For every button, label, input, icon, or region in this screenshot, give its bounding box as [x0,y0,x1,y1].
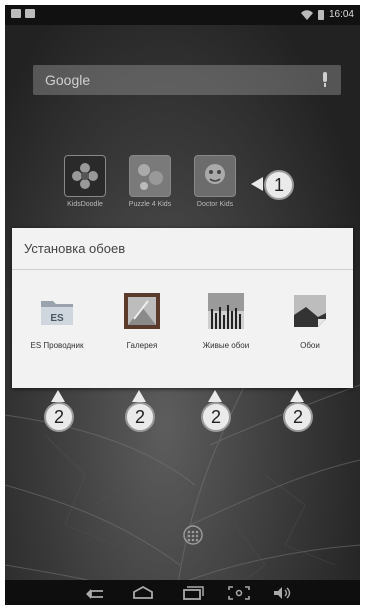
kidsdoodle-icon [64,155,106,197]
volume-icon[interactable] [271,585,295,601]
callout-2-arrow [132,390,146,402]
callout-2-es: 2 [44,402,74,432]
option-gallery[interactable]: Галерея [100,283,184,351]
option-live-wallpaper[interactable]: Живые обои [184,283,268,351]
callout-2-live: 2 [201,402,231,432]
email-icon [11,9,21,18]
option-label: ES Проводник [30,341,84,350]
app-doctor-kids[interactable]: Doctor Kids [185,155,245,208]
set-wallpaper-dialog: Установка обоев ES ES Проводник Галерея … [12,228,353,388]
gallery-icon [122,291,162,331]
status-clock: 16:04 [328,9,354,20]
option-es-explorer[interactable]: ES ES Проводник [15,283,99,351]
app-label: Doctor Kids [196,201,234,208]
google-logo: Google [45,72,91,88]
callout-2-gallery: 2 [125,402,155,432]
home-app-row: KidsDoodle Puzzle 4 Kids Doctor Kids [5,155,360,225]
callout-2-arrow [208,390,222,402]
dialog-title: Установка обоев [12,228,353,270]
wallpaper-icon [290,291,330,331]
callout-2-wallpaper: 2 [283,402,313,432]
wifi-icon [300,9,313,20]
puzzle-4-kids-icon [129,155,171,197]
app-label: KidsDoodle [67,201,103,208]
battery-icon [317,9,324,20]
callout-2-arrow [51,390,65,402]
es-explorer-icon: ES [37,291,77,331]
image-icon [25,9,35,18]
callout-2-arrow [290,390,304,402]
svg-text:ES: ES [50,313,64,324]
callout-1-arrow [251,177,263,191]
wallpaper-source-options: ES ES Проводник Галерея Живые обои Обои [12,283,353,383]
recents-icon[interactable] [181,585,205,601]
option-wallpaper[interactable]: Обои [268,283,352,351]
navigation-bar [5,580,360,605]
app-label: Puzzle 4 Kids [128,201,172,208]
device-screen: 16:04 Google KidsDoodle Puzzle 4 Kids Do… [5,5,360,605]
notification-icons [11,9,35,18]
live-wallpaper-icon [206,291,246,331]
back-icon[interactable] [83,585,107,601]
app-kidsdoodle[interactable]: KidsDoodle [55,155,115,208]
microphone-icon[interactable] [321,72,329,88]
option-label: Обои [300,341,320,350]
app-drawer-icon[interactable] [183,525,203,545]
option-label: Живые обои [202,341,250,350]
home-icon[interactable] [131,585,155,601]
status-icons: 16:04 [300,9,354,20]
status-bar: 16:04 [5,5,360,25]
option-label: Галерея [126,341,158,350]
callout-1: 1 [264,170,294,200]
doctor-kids-icon [194,155,236,197]
google-search-bar[interactable]: Google [33,65,341,95]
app-puzzle-4-kids[interactable]: Puzzle 4 Kids [120,155,180,208]
screenshot-icon[interactable] [227,585,251,601]
